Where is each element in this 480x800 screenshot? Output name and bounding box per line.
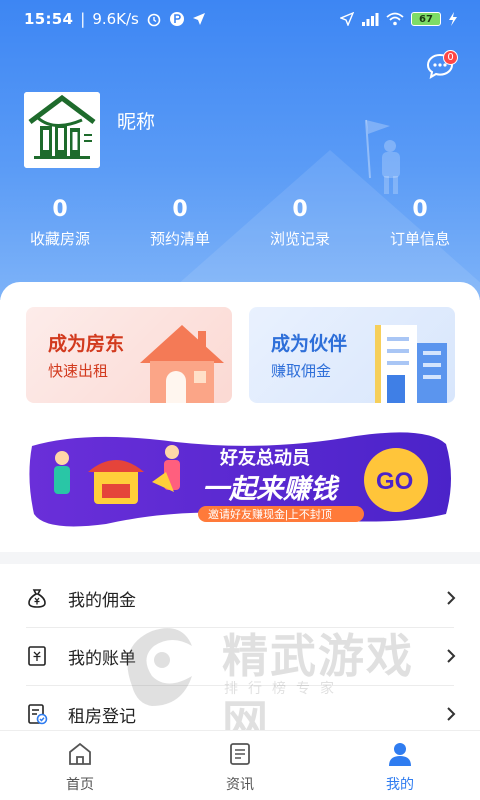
message-badge: 0 — [443, 50, 458, 65]
menu-label: 我的账单 — [68, 648, 136, 669]
stat-label: 订单信息 — [389, 230, 450, 248]
avatar[interactable] — [24, 92, 100, 168]
tab-mine[interactable]: 我的 — [320, 731, 480, 800]
card-subtitle: 赚取佣金 — [271, 362, 332, 380]
stat-value: 0 — [292, 197, 308, 222]
banner-tagline: 邀请好友赚现金|上不封顶 — [208, 507, 332, 521]
register-icon — [28, 704, 48, 725]
stat-appointments[interactable]: 0 预约清单 — [120, 196, 240, 249]
invite-friends-banner[interactable]: 好友总动员 一起来赚钱 邀请好友赚现金|上不封顶 GO — [26, 428, 454, 530]
menu-item-commission[interactable]: 我的佣金 — [0, 570, 480, 626]
status-time: 15:54 — [24, 10, 74, 28]
building-illustration — [375, 325, 447, 403]
home-icon — [69, 742, 91, 765]
location-arrow-icon — [192, 13, 205, 25]
user-icon — [389, 743, 411, 766]
wifi-icon — [386, 12, 404, 26]
stat-value: 0 — [412, 197, 428, 222]
gift-box-illustration — [88, 460, 144, 504]
nickname[interactable]: 昵称 — [117, 107, 155, 134]
signal-icon — [362, 13, 379, 26]
alarm-icon — [147, 13, 161, 27]
tab-label: 首页 — [66, 777, 94, 793]
chevron-right-icon — [447, 707, 456, 721]
card-title: 成为房东 — [48, 333, 125, 355]
tab-label: 我的 — [386, 777, 414, 793]
house-logo-icon — [24, 92, 100, 168]
stat-label: 预约清单 — [149, 230, 210, 248]
stat-favorites[interactable]: 0 收藏房源 — [0, 196, 120, 249]
status-bar: 15:54 | 9.6K/s 67 — [0, 0, 480, 38]
charging-icon — [449, 12, 457, 26]
chevron-right-icon — [447, 649, 456, 663]
menu-item-bill[interactable]: 我的账单 — [0, 628, 480, 684]
stat-value: 0 — [52, 197, 68, 222]
tab-home[interactable]: 首页 — [0, 731, 160, 800]
house-illustration — [140, 325, 224, 403]
bottom-tab-bar: 首页 资讯 我的 — [0, 730, 480, 800]
banner-headline-big: 一起来赚钱 — [202, 474, 340, 504]
stat-label: 收藏房源 — [29, 230, 90, 248]
chevron-right-icon — [447, 591, 456, 605]
battery-indicator: 67 — [411, 12, 441, 26]
location-icon — [340, 12, 354, 26]
go-label: GO — [376, 468, 413, 495]
money-bag-icon — [28, 589, 46, 608]
become-landlord-card[interactable]: 成为房东 快速出租 — [26, 307, 232, 403]
stat-orders[interactable]: 0 订单信息 — [360, 196, 480, 249]
climber-illustration — [365, 119, 400, 194]
menu-label: 我的佣金 — [68, 590, 136, 611]
stats-row: 0 收藏房源 0 预约清单 0 浏览记录 0 订单信息 — [0, 196, 480, 249]
status-separator: | — [80, 10, 86, 28]
stat-label: 浏览记录 — [269, 230, 330, 248]
news-icon — [230, 743, 250, 765]
card-title: 成为伙伴 — [271, 333, 348, 355]
banner-headline-small: 好友总动员 — [219, 447, 310, 468]
section-divider — [0, 552, 480, 564]
stat-value: 0 — [172, 197, 188, 222]
stat-history[interactable]: 0 浏览记录 — [240, 196, 360, 249]
status-net-speed: 9.6K/s — [92, 10, 139, 28]
tab-news[interactable]: 资讯 — [160, 731, 320, 800]
card-subtitle: 快速出租 — [48, 362, 109, 380]
become-partner-card[interactable]: 成为伙伴 赚取佣金 — [249, 307, 455, 403]
menu-label: 租房登记 — [68, 706, 136, 727]
tab-label: 资讯 — [226, 777, 254, 793]
bill-icon — [28, 646, 46, 666]
app-notification-icon — [169, 12, 184, 26]
